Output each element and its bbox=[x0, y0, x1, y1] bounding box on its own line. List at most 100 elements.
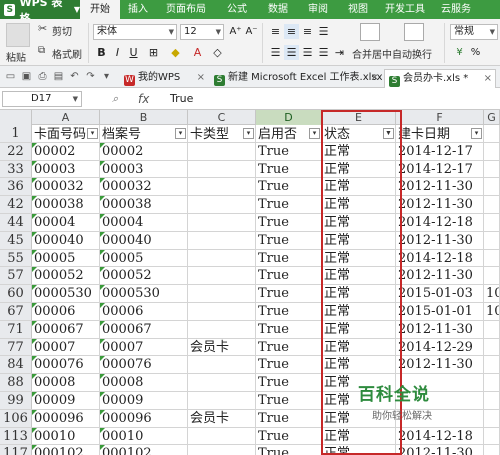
cell[interactable]: 000038 bbox=[100, 196, 188, 213]
cell[interactable]: True bbox=[256, 320, 322, 338]
cell[interactable] bbox=[484, 214, 500, 231]
cell[interactable]: True bbox=[256, 285, 322, 302]
merge-center-button[interactable]: 合并居中 bbox=[352, 46, 392, 61]
cell[interactable] bbox=[484, 338, 500, 356]
cell[interactable] bbox=[188, 285, 256, 302]
align-center-icon[interactable]: ☰ bbox=[284, 45, 299, 60]
tab-review[interactable]: 审阅 bbox=[298, 0, 338, 19]
cell[interactable] bbox=[484, 142, 500, 160]
border-icon[interactable]: ⊞ bbox=[146, 45, 161, 60]
save-icon[interactable]: ▣ bbox=[20, 70, 33, 83]
row-header[interactable]: 44 bbox=[0, 214, 32, 231]
cell[interactable]: 00009 bbox=[100, 392, 188, 409]
align-justify-icon[interactable]: ☰ bbox=[316, 24, 331, 39]
cell[interactable]: 2012-11-30 bbox=[396, 196, 484, 213]
cell[interactable]: True bbox=[256, 427, 322, 445]
cell[interactable]: True bbox=[256, 214, 322, 231]
doc-tab-member-card[interactable]: S 会员办卡.xls * × bbox=[384, 69, 496, 88]
undo-icon[interactable]: ↶ bbox=[68, 70, 81, 83]
cell[interactable]: 00010 bbox=[32, 427, 100, 445]
cell[interactable] bbox=[188, 178, 256, 196]
cell[interactable] bbox=[188, 320, 256, 338]
preview-icon[interactable]: ▤ bbox=[52, 70, 65, 83]
cell[interactable]: 000102 bbox=[100, 445, 188, 455]
cell[interactable]: 00009 bbox=[32, 392, 100, 409]
cell[interactable]: 0000530 bbox=[32, 285, 100, 302]
cell[interactable]: 2012-11-30 bbox=[396, 267, 484, 285]
cell[interactable]: 正常 bbox=[322, 285, 396, 302]
cell[interactable] bbox=[484, 267, 500, 285]
cell[interactable] bbox=[188, 427, 256, 445]
cell[interactable]: 000067 bbox=[100, 320, 188, 338]
percent-icon[interactable]: % bbox=[468, 45, 483, 60]
column-header-f[interactable]: F bbox=[396, 110, 484, 125]
cell[interactable]: 2014-12-29 bbox=[396, 338, 484, 356]
tab-cloud[interactable]: 云服务 bbox=[432, 0, 480, 19]
cell[interactable] bbox=[188, 231, 256, 249]
cell[interactable]: 0000530 bbox=[100, 285, 188, 302]
italic-icon[interactable]: I bbox=[110, 45, 125, 60]
font-color-icon[interactable]: A bbox=[190, 45, 205, 60]
wrap-text-button[interactable]: 自动换行 bbox=[392, 46, 432, 61]
font-name-select[interactable]: 宋体 ▼ bbox=[93, 24, 177, 40]
fill-color-icon[interactable]: ◆ bbox=[168, 45, 183, 60]
cell[interactable]: 2014-12-18 bbox=[396, 249, 484, 267]
quick-access-dropdown-icon[interactable]: ▾ bbox=[100, 70, 113, 83]
open-folder-icon[interactable]: ▭ bbox=[4, 70, 17, 83]
cell[interactable]: 00008 bbox=[32, 374, 100, 391]
underline-icon[interactable]: U bbox=[126, 45, 141, 60]
paste-icon[interactable] bbox=[6, 23, 30, 47]
tab-data[interactable]: 数据 bbox=[258, 0, 298, 19]
app-menu-button[interactable]: S WPS 表格 ▼ bbox=[0, 0, 80, 25]
filter-active-icon[interactable]: ▼ bbox=[383, 128, 394, 139]
row-header[interactable]: 45 bbox=[0, 231, 32, 249]
cell[interactable]: 00002 bbox=[100, 142, 188, 160]
header-cell[interactable]: 启用否 ▾ bbox=[256, 125, 322, 142]
cell[interactable] bbox=[188, 267, 256, 285]
column-header-c[interactable]: C bbox=[188, 110, 256, 125]
cell[interactable] bbox=[484, 196, 500, 213]
cell[interactable]: 正常 bbox=[322, 249, 396, 267]
cell[interactable]: 000032 bbox=[100, 178, 188, 196]
cell[interactable]: 2014-12-17 bbox=[396, 160, 484, 178]
cell[interactable]: 正常 bbox=[322, 142, 396, 160]
tab-developer[interactable]: 开发工具 bbox=[378, 0, 432, 19]
row-header[interactable]: 57 bbox=[0, 267, 32, 285]
copy-icon[interactable]: ⧉ bbox=[38, 45, 45, 56]
cell[interactable]: 正常 bbox=[322, 214, 396, 231]
cell[interactable]: 正常 bbox=[322, 338, 396, 356]
cell[interactable]: True bbox=[256, 445, 322, 455]
row-header[interactable]: 55 bbox=[0, 249, 32, 267]
cell[interactable]: 2014-12-17 bbox=[396, 142, 484, 160]
cell[interactable]: 00005 bbox=[100, 249, 188, 267]
cell[interactable] bbox=[484, 231, 500, 249]
indent-icon[interactable]: ⇥ bbox=[332, 45, 347, 60]
column-header-g[interactable]: G bbox=[484, 110, 500, 125]
cell[interactable] bbox=[484, 409, 500, 427]
currency-icon[interactable]: ¥ bbox=[452, 45, 467, 60]
row-header[interactable]: 113 bbox=[0, 427, 32, 445]
cell[interactable]: 10 bbox=[484, 303, 500, 320]
header-cell[interactable]: 状态 ▼ bbox=[322, 125, 396, 142]
cut-icon[interactable]: ✂ bbox=[38, 22, 47, 35]
cell[interactable]: True bbox=[256, 178, 322, 196]
cell[interactable] bbox=[188, 249, 256, 267]
cell[interactable]: 000040 bbox=[100, 231, 188, 249]
header-cell[interactable]: 卡类型 ▾ bbox=[188, 125, 256, 142]
cell[interactable]: 000052 bbox=[100, 267, 188, 285]
cell[interactable]: 10 bbox=[484, 285, 500, 302]
row-header[interactable]: 117 bbox=[0, 445, 32, 455]
cell[interactable]: 00008 bbox=[100, 374, 188, 391]
cell[interactable]: True bbox=[256, 374, 322, 391]
tab-page-layout[interactable]: 页面布局 bbox=[156, 0, 216, 19]
row-header[interactable]: 84 bbox=[0, 356, 32, 374]
font-size-select[interactable]: 12 ▼ bbox=[180, 24, 224, 40]
cell[interactable]: 00010 bbox=[100, 427, 188, 445]
cell[interactable]: 正常 bbox=[322, 303, 396, 320]
cell[interactable]: True bbox=[256, 249, 322, 267]
cell[interactable]: True bbox=[256, 303, 322, 320]
cell[interactable]: True bbox=[256, 231, 322, 249]
merge-center-icon[interactable] bbox=[360, 23, 380, 41]
close-icon[interactable]: × bbox=[371, 69, 379, 87]
row-header[interactable]: 60 bbox=[0, 285, 32, 302]
